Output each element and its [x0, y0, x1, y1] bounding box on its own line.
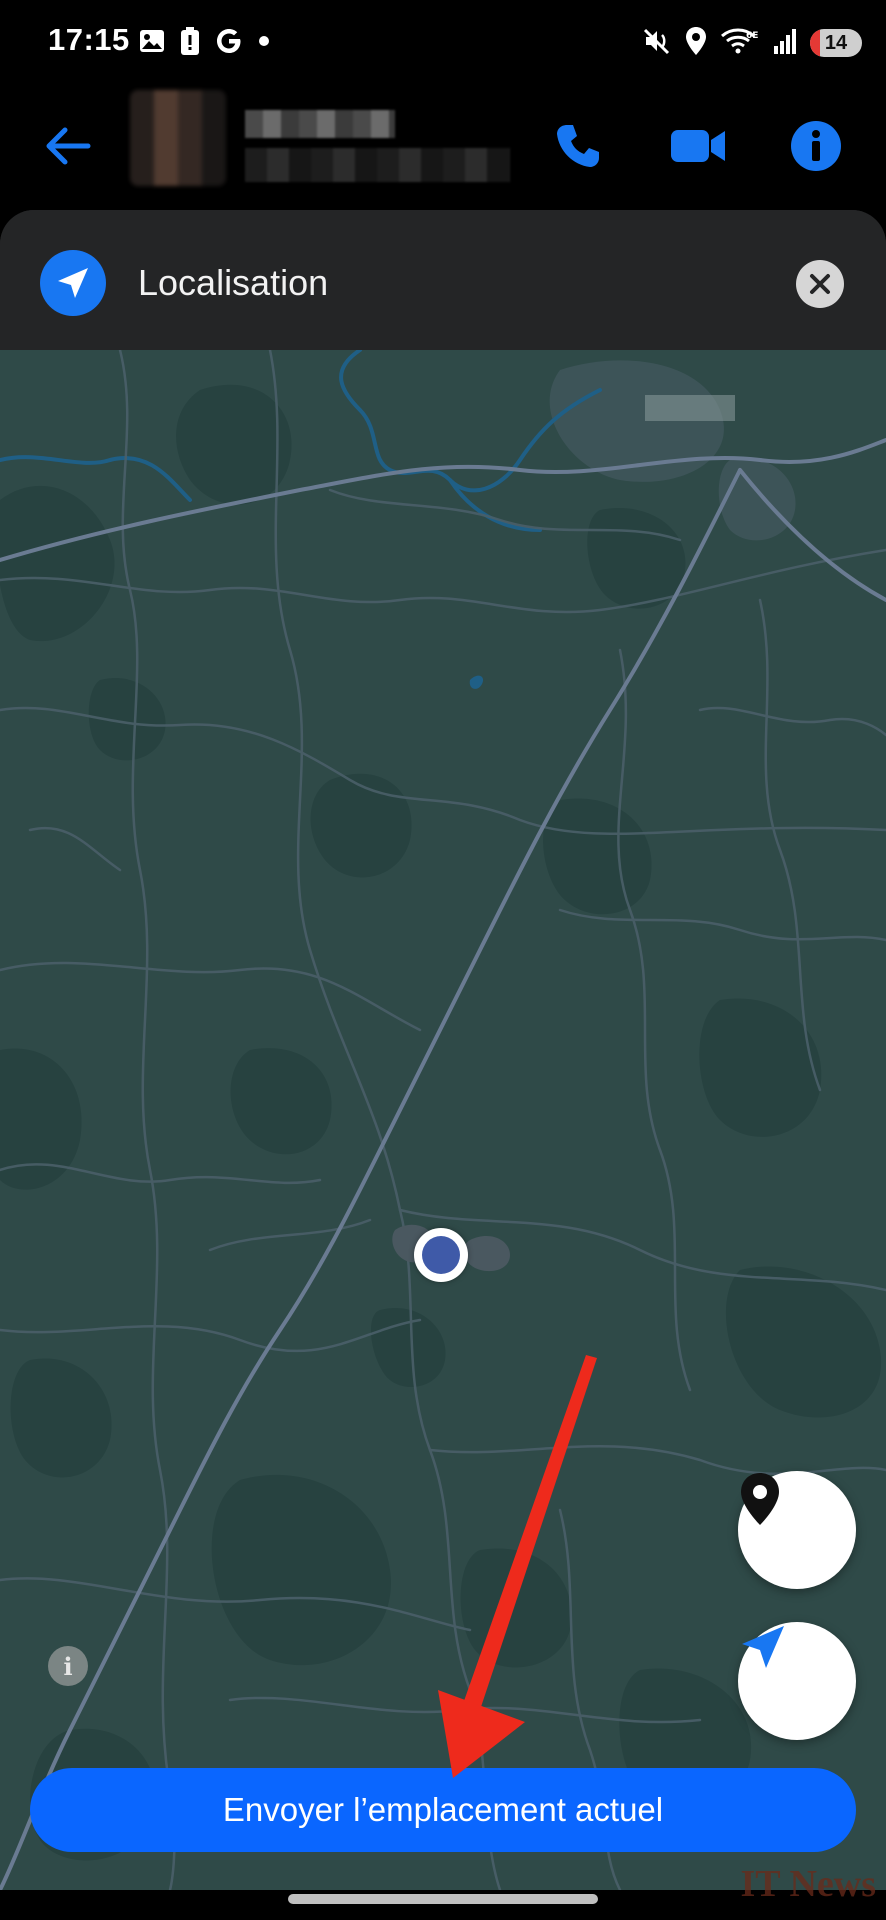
svg-text:6E: 6E — [746, 31, 758, 41]
conversation-info-button[interactable] — [786, 116, 846, 176]
chat-app-bar — [0, 88, 886, 200]
signal-icon — [772, 26, 798, 61]
map-attribution-info-button[interactable]: i — [48, 1646, 88, 1686]
map-pin-icon — [741, 1473, 779, 1525]
info-icon — [791, 121, 841, 171]
sheet-header: Localisation — [0, 210, 886, 350]
contact-status — [245, 148, 510, 182]
avatar[interactable] — [130, 90, 226, 186]
location-icon — [684, 26, 708, 61]
battery-icon: 14 — [810, 29, 862, 57]
close-button[interactable] — [796, 260, 844, 308]
send-button-label: Envoyer l’emplacement actuel — [222, 1791, 664, 1828]
watermark: IT News — [740, 1863, 877, 1905]
status-bar: 17:15 6E 14 — [0, 0, 886, 88]
voice-call-button[interactable] — [548, 116, 608, 176]
current-location-marker — [414, 1228, 468, 1282]
contact-name[interactable] — [245, 110, 395, 138]
battery-level: 14 — [824, 31, 848, 54]
video-camera-icon — [671, 130, 725, 162]
location-sheet: Localisation i Envoyer l’emplacement act… — [0, 210, 886, 1890]
status-time: 17:15 — [48, 22, 130, 57]
send-current-location-button[interactable]: Envoyer l’emplacement actuel — [30, 1768, 856, 1852]
info-glyph: i — [63, 1651, 73, 1681]
navigation-arrow-icon — [58, 268, 88, 298]
google-icon — [214, 26, 244, 61]
video-call-button[interactable] — [668, 116, 730, 176]
back-arrow-icon — [46, 127, 91, 165]
recenter-location-button[interactable] — [738, 1622, 856, 1740]
back-button[interactable] — [40, 118, 96, 174]
dot-icon — [258, 34, 270, 52]
phone-icon — [557, 125, 599, 167]
drop-pin-button[interactable] — [738, 1471, 856, 1589]
status-right-icons: 6E 14 — [642, 26, 862, 60]
sheet-title: Localisation — [138, 262, 329, 303]
image-icon — [138, 27, 166, 60]
location-share-badge — [40, 250, 106, 316]
navigation-arrow-icon — [742, 1626, 784, 1668]
battery-alert-icon — [180, 26, 200, 61]
home-indicator[interactable] — [288, 1894, 598, 1904]
status-left-icons — [138, 26, 270, 60]
wifi-6e-icon: 6E — [720, 26, 760, 61]
map-view[interactable]: i Envoyer l’emplacement actuel — [0, 350, 886, 1890]
close-icon — [810, 274, 830, 294]
mute-vibrate-icon — [642, 26, 672, 61]
